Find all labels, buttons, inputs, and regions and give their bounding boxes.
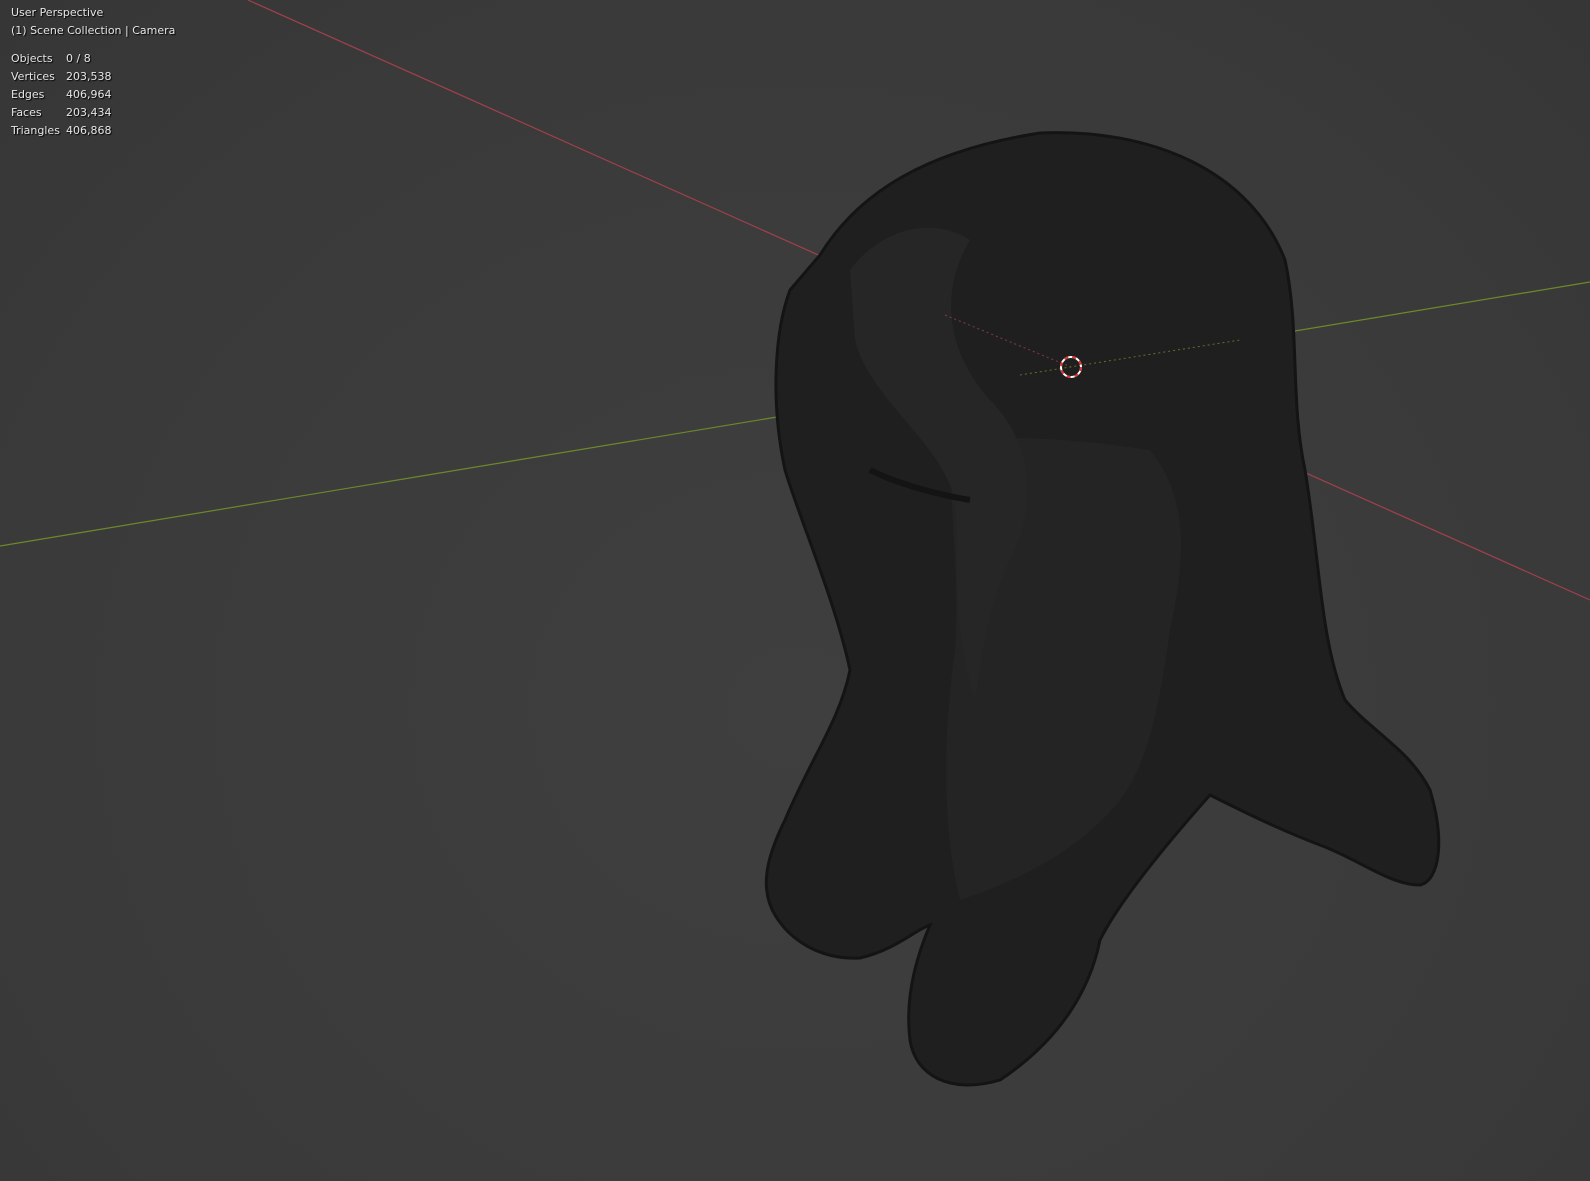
stat-label: Edges <box>11 88 45 101</box>
stat-value: 0 / 8 <box>66 52 91 65</box>
stat-objects: Objects 0 / 8 <box>11 50 175 68</box>
scene-statistics: Objects 0 / 8 Vertices 203,538 Edges 406,96… <box>11 50 175 140</box>
stat-value: 406,868 <box>66 124 112 137</box>
stat-value: 203,434 <box>66 106 112 119</box>
stat-edges: Edges 406,964 <box>11 86 175 104</box>
collection-info: (1) Scene Collection | Camera <box>11 24 176 37</box>
viewport-scene <box>0 0 1590 1087</box>
3d-viewport[interactable]: User Perspective (1) Scene Collection | … <box>0 0 1590 1181</box>
stat-triangles: Triangles 406,868 <box>11 122 175 140</box>
stat-value: 406,964 <box>66 88 112 101</box>
stat-vertices: Vertices 203,538 <box>11 68 175 86</box>
stat-label: Objects <box>11 52 53 65</box>
stat-faces: Faces 203,434 <box>11 104 175 122</box>
view-name: User Perspective <box>11 6 104 19</box>
stat-label: Faces <box>11 106 42 119</box>
stat-label: Vertices <box>11 70 55 83</box>
stat-label: Triangles <box>11 124 60 137</box>
mesh-object[interactable] <box>764 131 1441 1087</box>
viewport-info-overlay: User Perspective (1) Scene Collection | … <box>11 4 175 140</box>
stat-value: 203,538 <box>66 70 112 83</box>
